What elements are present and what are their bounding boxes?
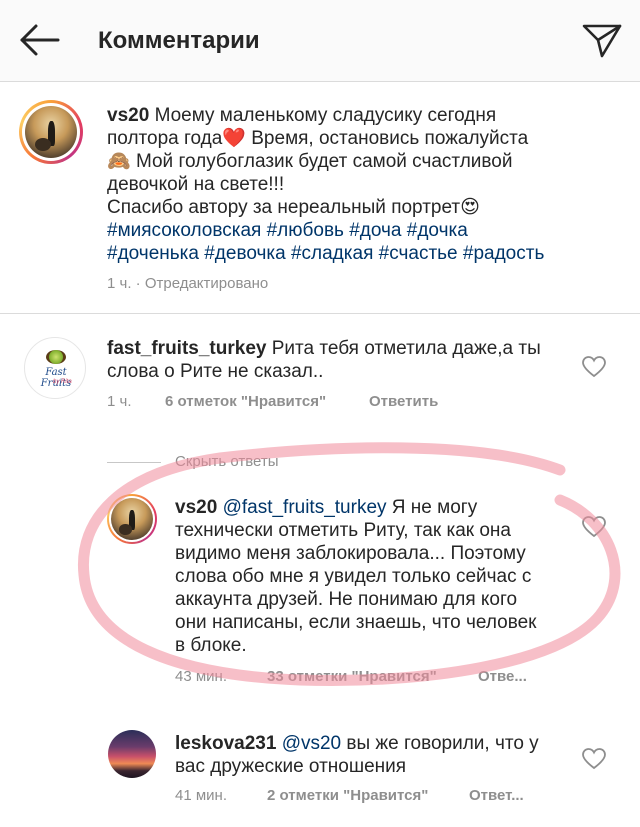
reply-likes[interactable]: 33 отметки "Нравится" [267, 668, 437, 685]
kiwi-icon [46, 350, 66, 364]
caption-text: vs20 Моему маленькому сладусику сегодня … [107, 104, 607, 265]
page-title: Комментарии [98, 27, 260, 54]
reply-reply-button[interactable]: Отве... [478, 668, 527, 685]
comment-meta: 1 ч. 6 отметок "Нравится" Ответить [107, 393, 577, 410]
caption-meta: 1 ч. · Отредактировано [107, 275, 269, 292]
mention-link[interactable]: @vs20 [282, 733, 341, 754]
share-button[interactable] [580, 20, 624, 60]
comments-list: Fast Fruits by Rita fast_fruits_turkey Р… [0, 314, 640, 827]
reply-body: vs20 @fast_fruits_turkey Я не могу техни… [175, 497, 537, 656]
heart-emoji-icon: ❤️ [222, 128, 246, 149]
reply-avatar[interactable] [108, 730, 156, 778]
like-button[interactable] [582, 516, 606, 538]
reply-body: leskova231 @vs20 вы же говорили, что у в… [175, 733, 539, 777]
back-button[interactable] [14, 20, 62, 60]
heart-outline-icon [582, 516, 606, 538]
hashtags-line-2[interactable]: #доченька #девочка #сладкая #счастье #ра… [107, 242, 607, 265]
arrow-left-icon [20, 24, 60, 56]
reply-meta: 41 мин. 2 отметки "Нравится" Ответ... [175, 787, 575, 804]
like-button[interactable] [582, 748, 606, 770]
reply-time: 43 мин. [175, 668, 227, 685]
avatar-photo [25, 106, 77, 158]
heart-eyes-emoji-icon: 😍 [460, 197, 480, 218]
heart-outline-icon [582, 748, 606, 770]
reply-likes[interactable]: 2 отметки "Нравится" [267, 787, 428, 804]
post-caption: vs20 Моему маленькому сладусику сегодня … [0, 82, 640, 314]
reply-avatar[interactable] [107, 494, 157, 544]
reply-meta: 43 мин. 33 отметки "Нравится" Отве... [175, 668, 575, 685]
paper-plane-icon [582, 24, 622, 58]
reply-time: 41 мин. [175, 787, 227, 804]
like-button[interactable] [582, 356, 606, 378]
reply-reply-button[interactable]: Ответ... [469, 787, 524, 804]
comment-username[interactable]: fast_fruits_turkey [107, 338, 266, 359]
top-bar: Комментарии [0, 0, 640, 82]
story-avatar[interactable] [19, 100, 83, 164]
comment-body: fast_fruits_turkey Рита тебя отметила да… [107, 338, 541, 382]
comment-time: 1 ч. [107, 393, 132, 410]
caption-username[interactable]: vs20 [107, 105, 149, 126]
monkey-emoji-icon: 🙈 [107, 151, 131, 172]
reply-username[interactable]: vs20 [175, 497, 217, 518]
hashtags-line-1[interactable]: #миясоколовская #любовь #доча #дочка [107, 219, 607, 242]
comment-reply-button[interactable]: Ответить [369, 393, 438, 410]
reply-username[interactable]: leskova231 [175, 733, 276, 754]
comment-likes[interactable]: 6 отметок "Нравится" [165, 393, 326, 410]
heart-outline-icon [582, 356, 606, 378]
fast-fruits-logo[interactable]: Fast Fruits by Rita [24, 337, 86, 399]
avatar-photo [111, 498, 153, 540]
mention-link[interactable]: @fast_fruits_turkey [223, 497, 387, 518]
divider-line [107, 462, 161, 463]
